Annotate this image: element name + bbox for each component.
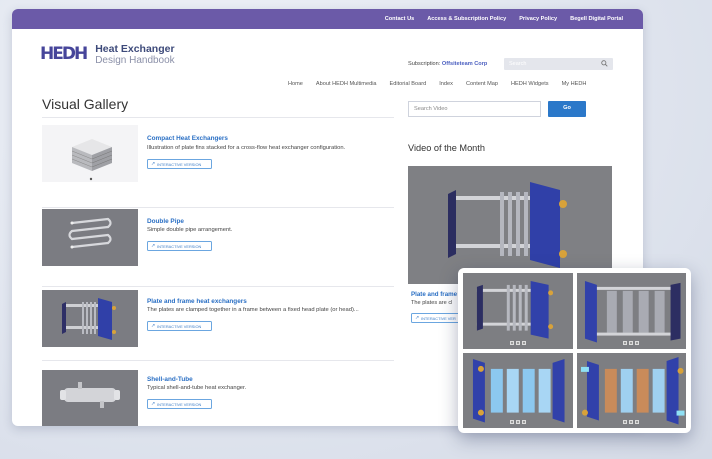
- topbar-link-privacy[interactable]: Privacy Policy: [519, 16, 557, 22]
- shell-tube-image: [60, 382, 120, 408]
- video-search-input[interactable]: Search Video: [408, 101, 541, 117]
- compact-exchanger-image: [71, 139, 113, 181]
- search-input[interactable]: Search: [504, 58, 613, 70]
- subscription-info: Subscription: Offsiteteam Corp: [408, 61, 487, 67]
- logo-line2: Design Handbook: [95, 55, 175, 66]
- divider: [42, 207, 394, 208]
- gallery-thumbnail[interactable]: [42, 125, 138, 182]
- nav-widgets[interactable]: HEDH Widgets: [511, 81, 549, 87]
- video-of-month-heading: Video of the Month: [408, 143, 485, 153]
- main-nav: Home About HEDH Multimedia Editorial Boa…: [288, 81, 586, 87]
- nav-home[interactable]: Home: [288, 81, 303, 87]
- interactive-version-button[interactable]: INTERACTIVE VERSION: [147, 321, 212, 331]
- site-logo[interactable]: HEDH Heat Exchanger Design Handbook: [40, 43, 175, 67]
- grid-image-3[interactable]: [463, 352, 573, 428]
- subscription-label: Subscription:: [408, 61, 441, 67]
- top-bar: Contact Us Access & Subscription Policy …: [12, 9, 643, 29]
- topbar-link-portal[interactable]: Begell Digital Portal: [570, 16, 623, 22]
- gallery-title: Visual Gallery: [42, 96, 129, 112]
- plate-frame-flow-cold-image: [472, 358, 565, 423]
- grid-image-4[interactable]: [576, 352, 686, 428]
- plate-frame-video-image: [448, 182, 567, 268]
- topbar-link-contact[interactable]: Contact Us: [385, 16, 415, 22]
- video-of-month-description: The plates are cl: [411, 300, 453, 306]
- gallery-item-title[interactable]: Plate and frame heat exchangers: [147, 298, 247, 305]
- plate-frame-flow-hot-image: [580, 356, 685, 425]
- topbar-link-access-policy[interactable]: Access & Subscription Policy: [427, 16, 506, 22]
- plate-frame-angle-image: [476, 280, 554, 339]
- divider: [42, 286, 394, 287]
- nav-content-map[interactable]: Content Map: [466, 81, 498, 87]
- grid-image-1[interactable]: [463, 273, 573, 349]
- frame-pager[interactable]: [623, 420, 640, 424]
- double-pipe-image: [68, 217, 112, 249]
- site-header: HEDH Heat Exchanger Design Handbook Subs…: [12, 29, 643, 87]
- frame-pager[interactable]: [509, 340, 526, 345]
- search-icon[interactable]: [601, 60, 608, 67]
- gallery-item-title[interactable]: Shell-and-Tube: [147, 376, 193, 383]
- image-grid-overlay: [458, 268, 691, 433]
- gallery-item-description: Typical shell-and-tube heat exchanger.: [147, 385, 247, 391]
- gallery-thumbnail[interactable]: [42, 209, 138, 266]
- frame-pager[interactable]: [623, 340, 640, 345]
- gallery-item-title[interactable]: Compact Heat Exchangers: [147, 135, 228, 142]
- plate-frame-open-image: [584, 280, 681, 343]
- gallery-item-description: Simple double pipe arrangement.: [147, 227, 233, 233]
- gallery-item-description: The plates are clamped together in a fra…: [147, 307, 359, 313]
- divider: [42, 117, 394, 118]
- plate-frame-image: [62, 298, 116, 340]
- grid-image-2[interactable]: [576, 273, 686, 349]
- nav-editorial-board[interactable]: Editorial Board: [390, 81, 427, 87]
- interactive-version-button[interactable]: INTERACTIVE VERSION: [147, 241, 212, 251]
- nav-about[interactable]: About HEDH Multimedia: [316, 81, 377, 87]
- nav-index[interactable]: Index: [439, 81, 453, 87]
- gallery-item-title[interactable]: Double Pipe: [147, 218, 184, 225]
- frame-pager[interactable]: [509, 420, 526, 424]
- video-of-month-title[interactable]: Plate and frame: [411, 291, 457, 298]
- video-of-month-player[interactable]: [408, 166, 612, 284]
- logo-text: Heat Exchanger Design Handbook: [95, 43, 175, 67]
- gallery-item-description: Illustration of plate fins stacked for a…: [147, 145, 346, 151]
- gallery-thumbnail[interactable]: [42, 290, 138, 347]
- logo-mark: HEDH: [40, 44, 88, 64]
- search-placeholder: Search: [509, 61, 527, 67]
- image-grid: [463, 273, 686, 428]
- interactive-version-button[interactable]: INTERACTIVE VERSION: [147, 159, 212, 169]
- logo-line1: Heat Exchanger: [95, 43, 175, 55]
- divider: [42, 360, 394, 361]
- subscription-value[interactable]: Offsiteteam Corp: [442, 61, 487, 67]
- go-button[interactable]: Go: [548, 101, 586, 117]
- nav-my-hedh[interactable]: My HEDH: [562, 81, 587, 87]
- gallery-thumbnail[interactable]: [42, 370, 138, 426]
- interactive-version-button[interactable]: INTERACTIVE VERSION: [147, 399, 212, 409]
